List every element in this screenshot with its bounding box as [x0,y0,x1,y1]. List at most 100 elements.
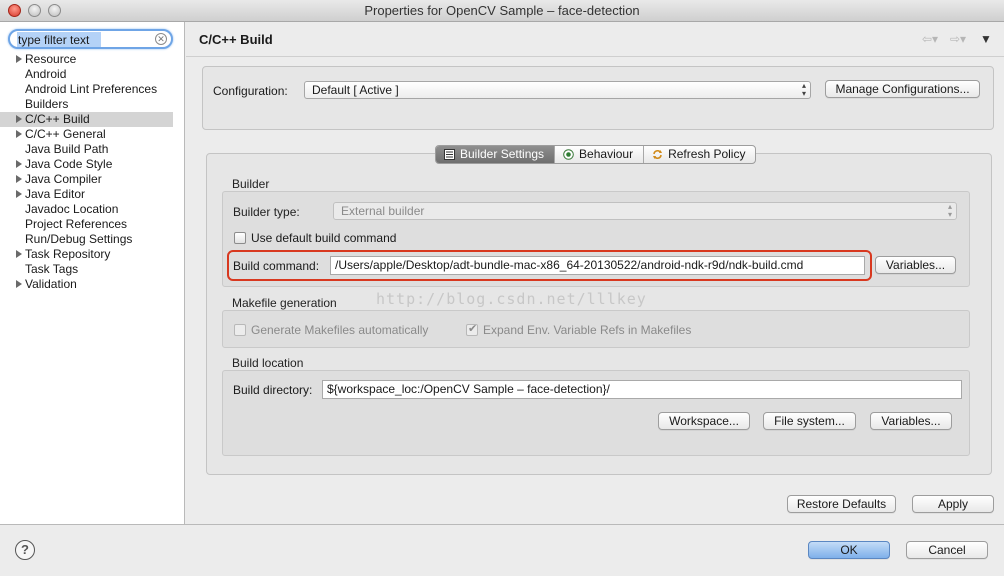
window-title: Properties for OpenCV Sample – face-dete… [364,3,640,18]
tree-item-label: Project References [25,217,128,231]
generate-makefiles-checkbox [234,324,246,336]
manage-configurations-button[interactable]: Manage Configurations... [825,80,980,98]
tree-item[interactable]: Project References [0,217,184,232]
builder-type-value: External builder [341,204,425,218]
makefile-group: Generate Makefiles automatically ✔ Expan… [222,310,970,348]
page-title: C/C++ Build [199,32,273,47]
expand-arrow-icon[interactable] [16,115,22,123]
tree-item[interactable]: Resource [0,52,184,67]
watermark-text: http://blog.csdn.net/lllkey [376,290,647,308]
tree-item-label: Builders [25,97,69,111]
expand-arrow-icon[interactable] [16,55,22,63]
tree-item[interactable]: Android [0,67,184,82]
annotation-highlight-ring [227,250,872,281]
build-directory-input[interactable]: ${workspace_loc:/OpenCV Sample – face-de… [322,380,962,399]
workspace-button[interactable]: Workspace... [658,412,750,430]
apply-button[interactable]: Apply [912,495,994,513]
help-icon[interactable]: ? [15,540,35,560]
updown-arrows-icon: ▴ ▾ [801,81,806,98]
builder-type-label: Builder type: [233,205,300,219]
generate-makefiles-label: Generate Makefiles automatically [251,323,429,337]
builder-type-select: External builder ▴ ▾ [333,202,957,220]
tree-item-label: C/C++ Build [25,112,90,126]
expand-arrow-icon[interactable] [16,250,22,258]
tab-content-panel: Builder Builder type: External builder ▴… [206,153,992,475]
expand-arrow-icon[interactable] [16,280,22,288]
tree-item-label: Validation [25,277,77,291]
tree-item-label: Task Repository [25,247,111,261]
builder-group-label: Builder [232,177,270,191]
tree-item-label: Java Compiler [25,172,102,186]
tab-label: Builder Settings [460,147,545,161]
filter-field[interactable]: ✕ [8,29,173,49]
page-navigation: ⇦▾ ⇨▾ ▼ [922,32,992,46]
checkmark-icon: ✔ [468,323,478,335]
tab-label: Behaviour [579,147,634,161]
location-variables-button[interactable]: Variables... [870,412,952,430]
tree-item-label: Java Editor [25,187,86,201]
tree-item-label: Android [25,67,67,81]
tree-item[interactable]: C/C++ General [0,127,184,142]
tree-item[interactable]: Validation [0,277,184,292]
tree-item[interactable]: Run/Debug Settings [0,232,184,247]
build-directory-label: Build directory: [233,383,313,397]
expand-arrow-icon[interactable] [16,175,22,183]
footer-divider [0,524,1004,525]
header-divider [186,56,1004,57]
tree-item-label: Javadoc Location [25,202,119,216]
properties-tree-pane: ✕ ResourceAndroidAndroid Lint Preference… [0,22,185,524]
file-system-button[interactable]: File system... [763,412,856,430]
tree-item[interactable]: Builders [0,97,184,112]
tree-item[interactable]: C/C++ Build [0,112,173,127]
forward-arrow-icon[interactable]: ⇨▾ [950,32,966,46]
tree-item-label: Run/Debug Settings [25,232,133,246]
expand-env-variables-checkbox: ✔ [466,323,478,336]
use-default-build-command-checkbox[interactable] [234,232,246,244]
tab-behaviour[interactable]: Behaviour [555,146,645,163]
makefile-group-label: Makefile generation [232,296,337,310]
build-location-group-label: Build location [232,356,304,370]
filter-input[interactable] [18,32,156,47]
tree-item[interactable]: Task Repository [0,247,184,262]
back-arrow-icon[interactable]: ⇦▾ [922,32,938,46]
expand-arrow-icon[interactable] [16,190,22,198]
tab-refresh-policy[interactable]: Refresh Policy [644,146,755,163]
tree-item[interactable]: Javadoc Location [0,202,184,217]
expand-arrow-icon[interactable] [16,130,22,138]
view-menu-icon[interactable]: ▼ [980,32,992,46]
tab-builder-settings[interactable]: Builder Settings [436,146,556,163]
updown-arrows-icon: ▴ ▾ [947,202,952,219]
tree-item-label: Java Build Path [25,142,109,156]
radio-icon [563,149,574,160]
tree-item[interactable]: Android Lint Preferences [0,82,184,97]
builder-tabs: Builder Settings Behaviour Refresh Polic… [435,145,757,164]
tree-item-label: Resource [25,52,77,66]
tree-item[interactable]: Java Editor [0,187,184,202]
tree-item-label: Java Code Style [25,157,113,171]
tab-label: Refresh Policy [668,147,746,161]
restore-defaults-button[interactable]: Restore Defaults [787,495,896,513]
configuration-label: Configuration: [213,84,288,98]
builder-group: Builder type: External builder ▴ ▾ Use de… [222,191,970,287]
properties-tree: Resource Android Android Lint Preferences B… [0,52,184,292]
builder-variables-button[interactable]: Variables... [875,256,956,274]
expand-arrow-icon[interactable] [16,160,22,168]
tree-item-label: Android Lint Preferences [25,82,158,96]
tree-item[interactable]: Java Build Path [0,142,184,157]
configuration-select[interactable]: Default [ Active ] ▴ ▾ [304,81,811,99]
tree-item-label: Task Tags [25,262,79,276]
cancel-button[interactable]: Cancel [906,541,988,559]
tree-item-label: C/C++ General [25,127,106,141]
ok-button[interactable]: OK [808,541,890,559]
list-icon [444,149,455,160]
clear-filter-icon[interactable]: ✕ [155,33,167,45]
tree-item[interactable]: Task Tags [0,262,184,277]
build-location-group: Build directory: ${workspace_loc:/OpenCV… [222,370,970,456]
use-default-build-command-label: Use default build command [251,231,397,245]
tree-item[interactable]: Java Compiler [0,172,184,187]
refresh-icon [653,150,663,159]
configuration-group: Configuration: Default [ Active ] ▴ ▾ Man… [202,66,994,130]
configuration-value: Default [ Active ] [312,83,399,97]
property-page: C/C++ Build ⇦▾ ⇨▾ ▼ Configuration: Defau… [186,22,1004,524]
tree-item[interactable]: Java Code Style [0,157,184,172]
